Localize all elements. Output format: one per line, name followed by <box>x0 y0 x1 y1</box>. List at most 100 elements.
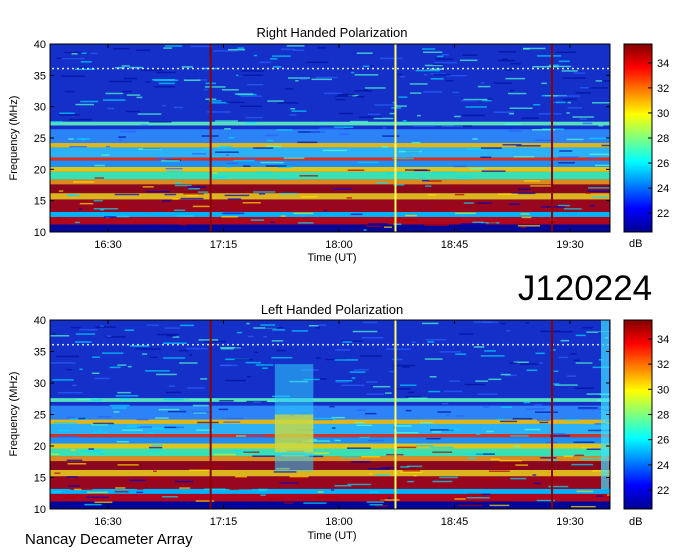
interference-dots <box>342 67 344 70</box>
y-tick-label: 40 <box>34 315 46 327</box>
spectrum-speckle <box>287 77 311 79</box>
spectrum-speckle <box>80 100 99 103</box>
spectrum-speckle <box>523 401 531 404</box>
spectrum-speckle <box>52 379 74 381</box>
spectrum-speckle <box>322 149 347 152</box>
spectrum-speckle <box>50 453 60 455</box>
spectrum-speckle <box>558 156 580 158</box>
spectrum-speckle <box>421 179 430 182</box>
interference-dots <box>192 343 194 346</box>
spectrum-speckle <box>413 474 417 477</box>
spectrum-speckle <box>293 212 314 215</box>
interference-dots <box>247 343 249 346</box>
spectrum-speckle <box>487 98 493 100</box>
spectrum-speckle <box>495 499 511 502</box>
spectrum-speckle <box>339 112 354 115</box>
spectrum-speckle <box>252 455 275 457</box>
spectrum-speckle <box>401 155 406 158</box>
spectrum-band <box>50 160 610 167</box>
spectrum-speckle <box>464 383 486 386</box>
interference-dots <box>467 67 469 70</box>
spectrum-speckle <box>66 476 78 478</box>
spectrum-speckle <box>172 198 179 200</box>
spectrum-speckle <box>566 138 584 141</box>
spectrum-speckle <box>588 187 610 189</box>
x-tick-label: 19:30 <box>556 516 584 528</box>
spectrum-speckle <box>507 92 527 95</box>
interference-dots <box>307 343 309 346</box>
spectrum-band <box>50 199 610 212</box>
interference-dots <box>597 67 599 70</box>
spectrum-speckle <box>535 352 545 355</box>
spectrum-speckle <box>443 390 463 393</box>
spectrum-speckle <box>197 191 209 193</box>
interference-dots <box>282 343 284 346</box>
spectrum-speckle <box>319 127 345 129</box>
spectrum-speckle <box>423 91 443 93</box>
spectrum-speckle <box>220 347 234 350</box>
time-marker-line <box>394 44 397 232</box>
spectrum-speckle <box>357 161 379 164</box>
spectrum-speckle <box>242 201 261 204</box>
spectrum-speckle <box>453 165 468 168</box>
spectrum-speckle <box>174 209 186 212</box>
spectrum-speckle <box>356 52 373 54</box>
spectrum-speckle <box>379 57 403 60</box>
spectrum-speckle <box>291 110 307 112</box>
spectrum-speckle <box>164 426 177 429</box>
interference-dots <box>522 67 524 70</box>
interference-dots <box>82 67 84 70</box>
spectrum-speckle <box>477 393 498 395</box>
spectrum-speckle <box>183 193 204 195</box>
spectrum-speckle <box>522 48 530 50</box>
spectrum-speckle <box>498 59 516 62</box>
spectrum-speckle <box>79 368 83 371</box>
spectrum-speckle <box>472 221 484 224</box>
interference-dots <box>577 343 579 346</box>
interference-dots <box>187 343 189 346</box>
interference-dots <box>127 343 129 346</box>
spectrum-speckle <box>335 95 353 97</box>
interference-dots <box>577 67 579 70</box>
spectrum-speckle <box>518 188 531 191</box>
interference-dots <box>132 343 134 346</box>
y-tick-label: 25 <box>34 410 46 422</box>
spectrum-speckle <box>323 209 328 212</box>
interference-dots <box>337 343 339 346</box>
spectrum-speckle <box>277 166 292 169</box>
interference-dots <box>112 67 114 70</box>
interference-dots <box>447 343 449 346</box>
spectrum-speckle <box>276 177 297 180</box>
spectrum-speckle <box>190 45 213 48</box>
time-marker-line <box>551 320 554 509</box>
interference-dots <box>407 67 409 70</box>
spectrum-speckle <box>166 334 176 337</box>
interference-dots <box>197 67 199 70</box>
spectrum-speckle <box>437 411 451 413</box>
spectrum-speckle <box>146 225 167 228</box>
spectrum-speckle <box>365 381 378 383</box>
spectrum-speckle <box>236 331 243 334</box>
spectrum-speckle <box>384 392 392 394</box>
spectrum-speckle <box>162 104 166 107</box>
spectrum-speckle <box>497 193 518 195</box>
spectrum-speckle <box>292 49 305 51</box>
spectrum-speckle <box>490 458 501 461</box>
spectrum-speckle <box>346 197 352 199</box>
spectrum-speckle <box>500 322 506 325</box>
spectrum-speckle <box>454 193 465 196</box>
spectrum-speckle <box>477 85 491 88</box>
colorbar-label: dB <box>629 238 642 250</box>
spectrum-speckle <box>180 324 194 327</box>
colorbar-tick-label: 32 <box>657 83 669 95</box>
spectrum-speckle <box>152 470 157 473</box>
spectrum-speckle <box>460 99 477 102</box>
interference-dots <box>377 67 379 70</box>
interference-dots <box>417 343 419 346</box>
spectrum-speckle <box>432 171 456 174</box>
spectrum-speckle <box>73 181 95 183</box>
spectrum-speckle <box>185 347 208 350</box>
spectrum-speckle <box>462 114 485 117</box>
interference-dots <box>452 343 454 346</box>
spectrum-speckle <box>221 216 238 218</box>
